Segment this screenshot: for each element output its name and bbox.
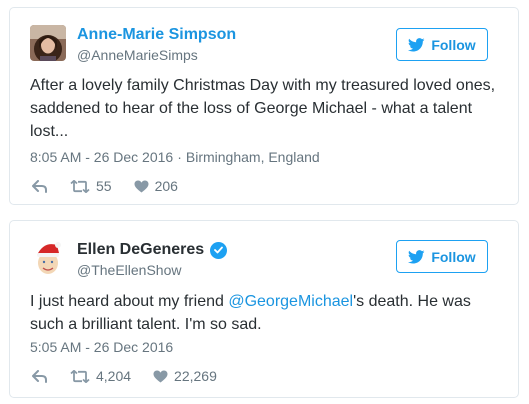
profile-photo-icon xyxy=(30,25,66,61)
author-display-name[interactable]: Ellen DeGeneres xyxy=(77,240,204,260)
author-block: Ellen DeGeneres @TheEllenShow xyxy=(77,240,228,279)
santa-hat-avatar-icon xyxy=(30,239,66,275)
follow-button-label: Follow xyxy=(431,36,476,53)
tweet-card-ellen: Ellen DeGeneres @TheEllenShow Follow I j… xyxy=(9,220,519,398)
reply-button[interactable] xyxy=(32,179,48,193)
tweet-meta: 5:05 AM - 26 Dec 2016 xyxy=(30,339,173,355)
follow-button-label: Follow xyxy=(431,248,476,265)
reply-icon xyxy=(32,369,47,383)
retweet-button[interactable]: 4,204 xyxy=(70,368,131,384)
like-button[interactable]: 22,269 xyxy=(153,368,217,384)
meta-separator: · xyxy=(177,149,182,165)
retweet-icon xyxy=(70,369,90,383)
heart-icon xyxy=(153,370,168,382)
retweet-button[interactable]: 55 xyxy=(70,178,112,194)
tweet-timestamp[interactable]: 8:05 AM - 26 Dec 2016 xyxy=(30,149,173,165)
like-count: 206 xyxy=(154,178,178,194)
avatar[interactable] xyxy=(30,239,66,275)
tweet-timestamp[interactable]: 5:05 AM - 26 Dec 2016 xyxy=(30,339,173,355)
tweet-meta: 8:05 AM - 26 Dec 2016 · Birmingham, Englan… xyxy=(30,149,320,165)
twitter-bird-icon xyxy=(408,249,425,264)
reply-button[interactable] xyxy=(32,369,48,383)
retweet-icon xyxy=(70,179,90,193)
like-button[interactable]: 206 xyxy=(134,178,178,194)
heart-icon xyxy=(134,180,149,192)
tweet-text: I just heard about my friend @GeorgeMich… xyxy=(30,290,500,336)
author-display-name[interactable]: Anne-Marie Simpson xyxy=(77,25,236,45)
like-count: 22,269 xyxy=(174,368,217,384)
tweet-location[interactable]: Birmingham, England xyxy=(186,149,320,165)
twitter-bird-icon xyxy=(408,37,425,52)
tweet-actions: 55 206 xyxy=(32,178,200,194)
tweet-text: After a lovely family Christmas Day with… xyxy=(30,77,496,140)
retweet-count: 55 xyxy=(96,178,112,194)
checkmark-icon xyxy=(214,246,224,254)
reply-icon xyxy=(32,179,47,193)
verified-badge-icon xyxy=(210,241,228,259)
follow-button[interactable]: Follow xyxy=(396,240,488,273)
follow-button[interactable]: Follow xyxy=(396,28,488,61)
tweet-text-before: I just heard about my friend xyxy=(30,293,229,310)
author-block: Anne-Marie Simpson @AnneMarieSimps xyxy=(77,25,236,64)
tweet-card-anne-marie: Anne-Marie Simpson @AnneMarieSimps Follo… xyxy=(9,7,519,205)
avatar[interactable] xyxy=(30,25,66,61)
author-handle[interactable]: @AnneMarieSimps xyxy=(77,46,236,64)
mention-link[interactable]: @GeorgeMichael xyxy=(228,293,353,310)
author-handle[interactable]: @TheEllenShow xyxy=(77,261,227,279)
retweet-count: 4,204 xyxy=(96,368,132,384)
tweet-actions: 4,204 22,269 xyxy=(32,368,239,384)
